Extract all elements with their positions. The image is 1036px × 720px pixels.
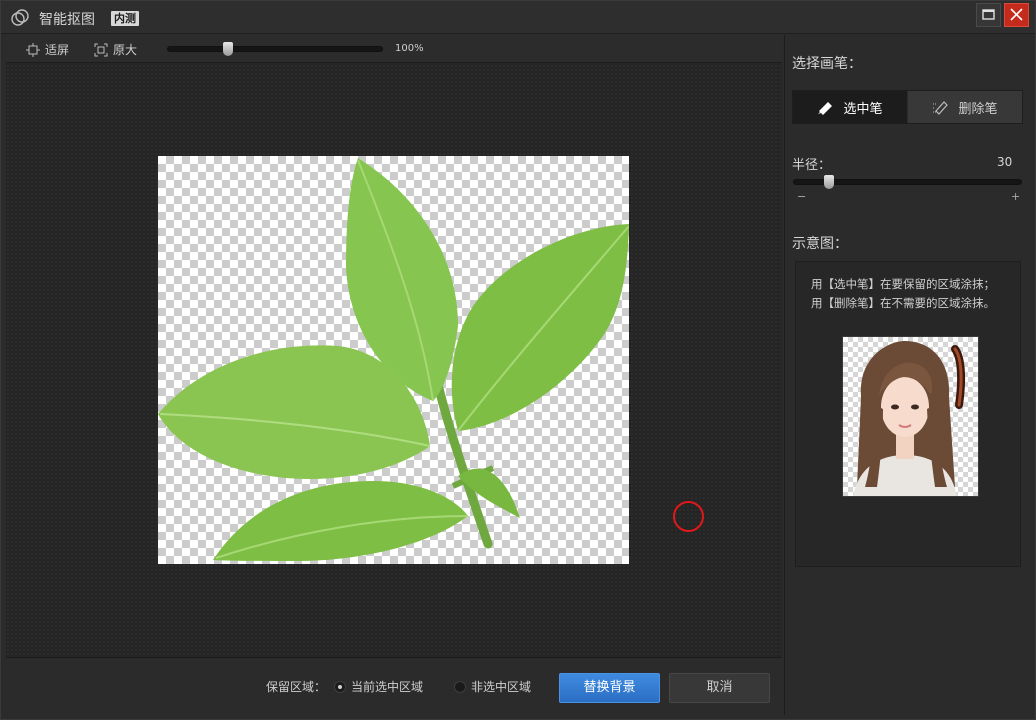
brush-cursor-circle [673, 501, 704, 532]
brush-selector: 选中笔 删除笔 [792, 90, 1023, 124]
cancel-button[interactable]: 取消 [669, 673, 770, 703]
demo-portrait-image [842, 336, 979, 497]
demo-instruction-line-1: 用【选中笔】在要保留的区域涂抹； [811, 277, 995, 291]
delete-brush-label: 删除笔 [958, 101, 998, 117]
canvas-toolbar: 适屏 原大 100% [6, 35, 782, 63]
leaf-cutout-illustration [158, 158, 629, 561]
title-bar: 智能抠图 内测 [1, 1, 1035, 34]
keep-non-selection-radio[interactable]: 非选中区域 [454, 678, 531, 695]
select-brush-label: 选中笔 [843, 101, 883, 117]
beta-badge: 内测 [111, 11, 139, 26]
select-brush-tab[interactable]: 选中笔 [793, 91, 907, 123]
radio-current-dot[interactable] [334, 680, 346, 693]
keep-current-selection-label: 当前选中区域 [351, 680, 424, 694]
keep-non-selection-label: 非选中区域 [471, 680, 532, 694]
delete-brush-tab[interactable]: 删除笔 [907, 91, 1022, 123]
replace-background-button[interactable]: 替换背景 [559, 673, 660, 703]
original-size-button[interactable]: 原大 [94, 41, 137, 58]
radius-value: 30 [997, 155, 1013, 169]
editing-canvas[interactable] [6, 64, 782, 656]
smart-cutout-window: 智能抠图 内测 适屏 原大 100% 保留区域： 当前选中区域 非选中区域 替换… [0, 0, 1036, 720]
keep-area-label: 保留区域： [266, 680, 327, 694]
fit-screen-icon [26, 42, 40, 57]
delete-brush-icon [933, 101, 949, 115]
maximize-icon [982, 9, 995, 20]
brush-section-title: 选择画笔： [792, 56, 862, 72]
select-brush-icon [818, 102, 833, 115]
radius-slider[interactable] [793, 175, 1022, 189]
radius-plus-button[interactable]: + [1011, 190, 1020, 203]
demo-section-title: 示意图： [792, 236, 848, 252]
keep-current-selection-radio[interactable]: 当前选中区域 [334, 678, 423, 695]
zoom-slider-thumb[interactable] [223, 42, 233, 56]
action-footer: 保留区域： 当前选中区域 非选中区域 替换背景 取消 [6, 657, 782, 715]
portrait-illustration [853, 341, 966, 496]
cutout-image[interactable] [158, 156, 629, 564]
radius-slider-thumb[interactable] [824, 175, 834, 189]
radio-non-dot[interactable] [454, 680, 466, 693]
brush-settings-panel: 选择画笔： 选中笔 删除笔 半径： 30 − + 示意图： 用【选中笔】在要保留… [784, 35, 1035, 715]
zoom-percent: 100% [395, 43, 424, 54]
zoom-slider[interactable] [167, 42, 383, 56]
fit-screen-button[interactable]: 适屏 [26, 41, 69, 58]
editor-area: 适屏 原大 100% 保留区域： 当前选中区域 非选中区域 替换背景 取消 [6, 35, 782, 715]
radius-minus-button[interactable]: − [797, 190, 806, 203]
app-logo-icon [11, 9, 29, 26]
fit-screen-label: 适屏 [45, 43, 70, 57]
close-icon [1010, 8, 1023, 21]
original-size-label: 原大 [113, 43, 138, 57]
demo-illustration-box: 用【选中笔】在要保留的区域涂抹； 用【删除笔】在不需要的区域涂抹。 [795, 261, 1021, 567]
close-button[interactable] [1004, 3, 1029, 27]
app-title: 智能抠图 [39, 12, 95, 28]
radius-label: 半径： [792, 158, 832, 173]
demo-instruction-line-2: 用【删除笔】在不需要的区域涂抹。 [811, 296, 995, 310]
original-size-icon [94, 43, 108, 56]
maximize-button[interactable] [976, 3, 1001, 27]
